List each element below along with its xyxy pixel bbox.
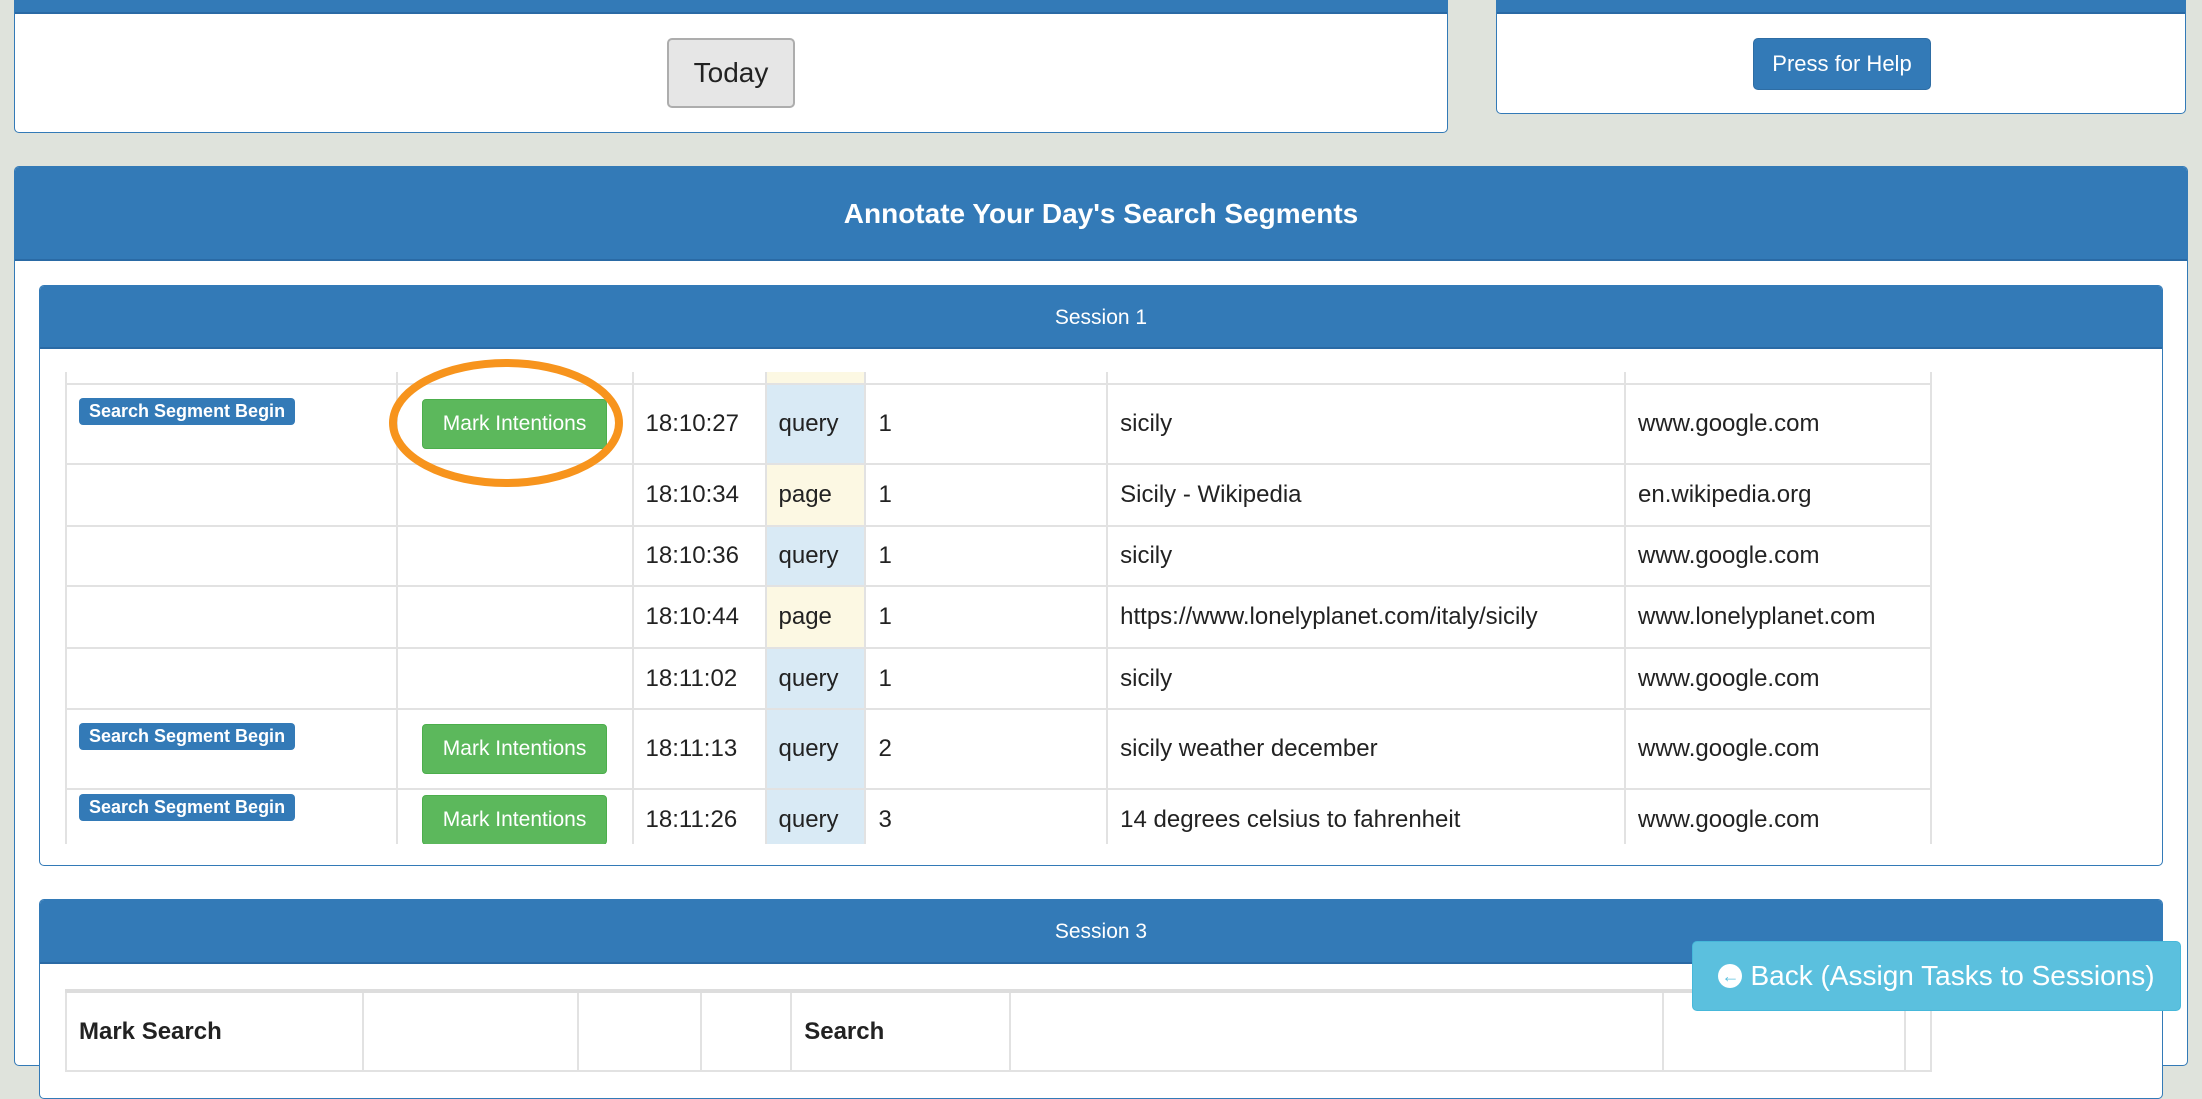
- highlight-ellipse: [389, 359, 623, 487]
- back-button[interactable]: ← Back (Assign Tasks to Sessions): [1692, 941, 2181, 1011]
- column-header: Mark Search: [65, 989, 364, 1072]
- session-3-table: Mark Search Search: [65, 989, 1933, 1072]
- column-header: [700, 989, 793, 1072]
- column-header: [577, 989, 703, 1072]
- column-header: [361, 989, 580, 1072]
- column-header: [1009, 989, 1664, 1072]
- back-label: Back (Assign Tasks to Sessions): [1750, 960, 2155, 991]
- column-header: Search: [790, 989, 1012, 1072]
- circle-arrow-left-icon: ←: [1718, 964, 1743, 988]
